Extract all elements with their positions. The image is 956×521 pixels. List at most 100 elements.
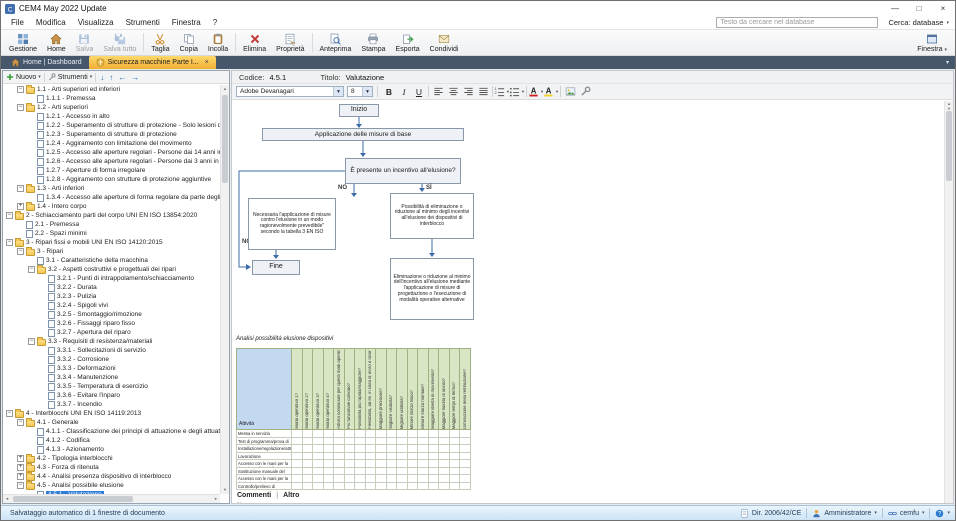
tree-item[interactable]: 3.2.3 - Pulizia: [3, 292, 220, 301]
scrollbar-thumb[interactable]: [13, 496, 133, 502]
table-cell[interactable]: [345, 445, 356, 453]
scroll-down-icon[interactable]: ▼: [221, 486, 229, 494]
table-cell[interactable]: [387, 445, 398, 453]
toolbar-button-elimina[interactable]: Elimina: [238, 31, 271, 54]
menu-visualizza[interactable]: Visualizza: [72, 18, 120, 27]
table-cell[interactable]: [460, 460, 471, 468]
table-cell[interactable]: [355, 483, 366, 491]
table-cell[interactable]: [429, 445, 440, 453]
table-cell[interactable]: [376, 483, 387, 491]
table-cell[interactable]: [303, 445, 314, 453]
table-cell[interactable]: [324, 475, 335, 483]
tree-item[interactable]: −3 - Ripari: [3, 247, 220, 256]
tree-item[interactable]: 3.2.7 - Apertura del riparo: [3, 328, 220, 337]
toolbar-button-taglia[interactable]: Taglia: [146, 31, 174, 54]
table-cell[interactable]: [418, 430, 429, 438]
status-dir-2006-42-ce[interactable]: Dir. 2006/42/CE: [740, 509, 801, 518]
align-left-button[interactable]: [431, 85, 445, 98]
table-cell[interactable]: [292, 445, 303, 453]
table-cell[interactable]: [376, 468, 387, 476]
tree-item[interactable]: −1.1 - Arti superiori ed inferiori: [3, 85, 220, 94]
tree-item[interactable]: +4.2 - Tipologia interblocchi: [3, 454, 220, 463]
toolbar-button-condividi[interactable]: Condividi: [425, 31, 464, 54]
document-vertical-scrollbar[interactable]: ▲ ▼: [944, 101, 953, 503]
table-cell[interactable]: [418, 445, 429, 453]
tree-item[interactable]: 3.3.7 - Incendio: [3, 400, 220, 409]
table-cell[interactable]: [324, 453, 335, 461]
tools-button[interactable]: [578, 85, 592, 98]
table-cell[interactable]: [408, 475, 419, 483]
collapse-icon[interactable]: −: [6, 239, 13, 246]
table-cell[interactable]: [397, 468, 408, 476]
menu-help[interactable]: ?: [207, 18, 223, 27]
tree-item[interactable]: −3.2 - Aspetti costruttivi e progettuali…: [3, 265, 220, 274]
table-cell[interactable]: [345, 438, 356, 446]
table-cell[interactable]: [313, 483, 324, 491]
table-cell[interactable]: [345, 460, 356, 468]
tab-list-chevron-icon[interactable]: ▾: [940, 56, 955, 69]
table-cell[interactable]: [387, 453, 398, 461]
table-cell[interactable]: [439, 468, 450, 476]
table-cell[interactable]: [355, 460, 366, 468]
table-cell[interactable]: [366, 438, 377, 446]
table-cell[interactable]: [292, 453, 303, 461]
numbered-list-button[interactable]: 12▼: [495, 85, 509, 98]
table-cell[interactable]: [313, 460, 324, 468]
table-cell[interactable]: [366, 453, 377, 461]
tree-item[interactable]: 1.2.8 - Aggiramento con strutture di pro…: [3, 175, 220, 184]
document-canvas[interactable]: Inizio Applicazione delle misure di base…: [232, 100, 944, 503]
move-left-button[interactable]: ←: [117, 73, 127, 82]
table-cell[interactable]: [450, 483, 461, 491]
table-cell[interactable]: [429, 438, 440, 446]
tree-item[interactable]: 1.3.4 - Accesso alle aperture di forma r…: [3, 193, 220, 202]
scroll-left-icon[interactable]: ◄: [3, 495, 11, 503]
table-cell[interactable]: [408, 453, 419, 461]
table-cell[interactable]: [334, 468, 345, 476]
table-cell[interactable]: [408, 468, 419, 476]
menu-file[interactable]: File: [5, 18, 30, 27]
table-cell[interactable]: [376, 430, 387, 438]
collapse-icon[interactable]: −: [28, 338, 35, 345]
toolbar-button-salva[interactable]: Salva: [71, 31, 99, 54]
tree-item[interactable]: −4 - Interblocchi UNI EN ISO 14119:2013: [3, 409, 220, 418]
underline-button[interactable]: U: [412, 85, 426, 98]
table-cell[interactable]: [439, 438, 450, 446]
table-cell[interactable]: [397, 475, 408, 483]
table-cell[interactable]: [439, 430, 450, 438]
tree-item[interactable]: −3 - Ripari fissi e mobili UNI EN ISO 14…: [3, 238, 220, 247]
toolbar-button-finestra[interactable]: Finestra ▾: [912, 32, 952, 54]
table-cell[interactable]: [429, 483, 440, 491]
status-help[interactable]: ?▾: [935, 509, 950, 518]
tree-item[interactable]: 3.1 - Caratteristiche della macchina: [3, 256, 220, 265]
move-down-button[interactable]: ↓: [99, 73, 105, 82]
table-cell[interactable]: [324, 468, 335, 476]
table-cell[interactable]: [429, 453, 440, 461]
table-cell[interactable]: [292, 468, 303, 476]
scrollbar-thumb[interactable]: [946, 111, 952, 181]
table-cell[interactable]: [355, 438, 366, 446]
table-cell[interactable]: [439, 453, 450, 461]
table-cell[interactable]: [460, 453, 471, 461]
table-cell[interactable]: [334, 453, 345, 461]
status-amministratore[interactable]: Amministratore▾: [812, 509, 877, 518]
table-cell[interactable]: [313, 438, 324, 446]
tree-item[interactable]: 2.1 - Premessa: [3, 220, 220, 229]
table-cell[interactable]: [397, 453, 408, 461]
toolbar-button-stampa[interactable]: Stampa: [356, 31, 390, 54]
table-cell[interactable]: [366, 483, 377, 491]
table-cell[interactable]: [418, 475, 429, 483]
expand-icon[interactable]: +: [17, 455, 24, 462]
table-cell[interactable]: [450, 460, 461, 468]
table-cell[interactable]: [324, 430, 335, 438]
table-cell[interactable]: [439, 445, 450, 453]
table-cell[interactable]: [355, 445, 366, 453]
maximize-button[interactable]: □: [907, 1, 931, 16]
minimize-button[interactable]: —: [883, 1, 907, 16]
tree-item[interactable]: 3.3.1 - Sollecitazioni di servizio: [3, 346, 220, 355]
toolbar-button-esporta[interactable]: Esporta: [391, 31, 425, 54]
table-cell[interactable]: [334, 475, 345, 483]
tree-item[interactable]: −2 - Schiacciamento parti del corpo UNI …: [3, 211, 220, 220]
table-cell[interactable]: [303, 453, 314, 461]
tree-item[interactable]: 4.1.1 - Classificazione dei principi di …: [3, 427, 220, 436]
bullet-list-button[interactable]: ▼: [510, 85, 524, 98]
